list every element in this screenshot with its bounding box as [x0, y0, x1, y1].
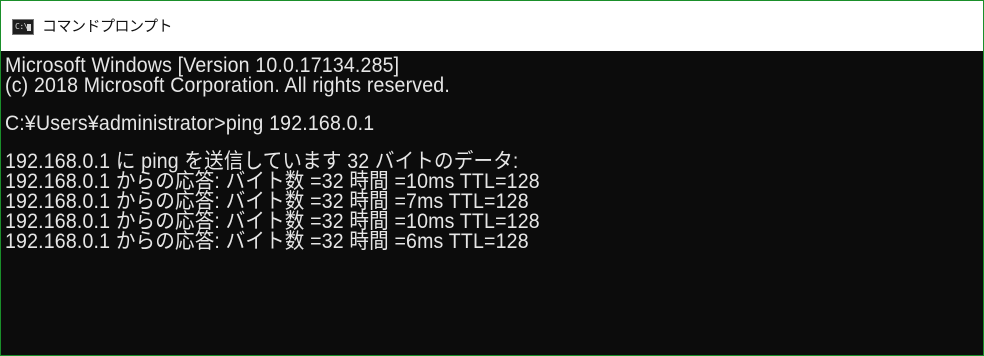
command-prompt-window[interactable]: C:\ コマンドプロンプト Microsoft Windows [Version…	[0, 0, 984, 356]
console-line-reply: 192.168.0.1 からの応答: バイト数 =32 時間 =6ms TTL=…	[5, 230, 529, 253]
console-line-reply: 192.168.0.1 からの応答: バイト数 =32 時間 =7ms TTL=…	[5, 190, 529, 213]
command-prompt-icon-text: C:\	[15, 22, 28, 31]
cursor-block-icon	[27, 24, 31, 31]
title-bar[interactable]: C:\ コマンドプロンプト	[1, 1, 983, 51]
window-title: コマンドプロンプト	[42, 17, 173, 35]
console-line-version: Microsoft Windows [Version 10.0.17134.28…	[5, 54, 400, 77]
console-output[interactable]: Microsoft Windows [Version 10.0.17134.28…	[1, 51, 983, 355]
console-line-copyright: (c) 2018 Microsoft Corporation. All righ…	[5, 74, 450, 97]
console-lines: Microsoft Windows [Version 10.0.17134.28…	[5, 54, 580, 253]
console-line-command: C:¥Users¥administrator>ping 192.168.0.1	[5, 112, 375, 135]
console-line-reply: 192.168.0.1 からの応答: バイト数 =32 時間 =10ms TTL…	[5, 170, 540, 193]
console-line-reply: 192.168.0.1 からの応答: バイト数 =32 時間 =10ms TTL…	[5, 210, 540, 233]
command-prompt-icon[interactable]: C:\	[12, 19, 34, 35]
console-line-ping-header: 192.168.0.1 に ping を送信しています 32 バイトのデータ:	[5, 150, 519, 173]
